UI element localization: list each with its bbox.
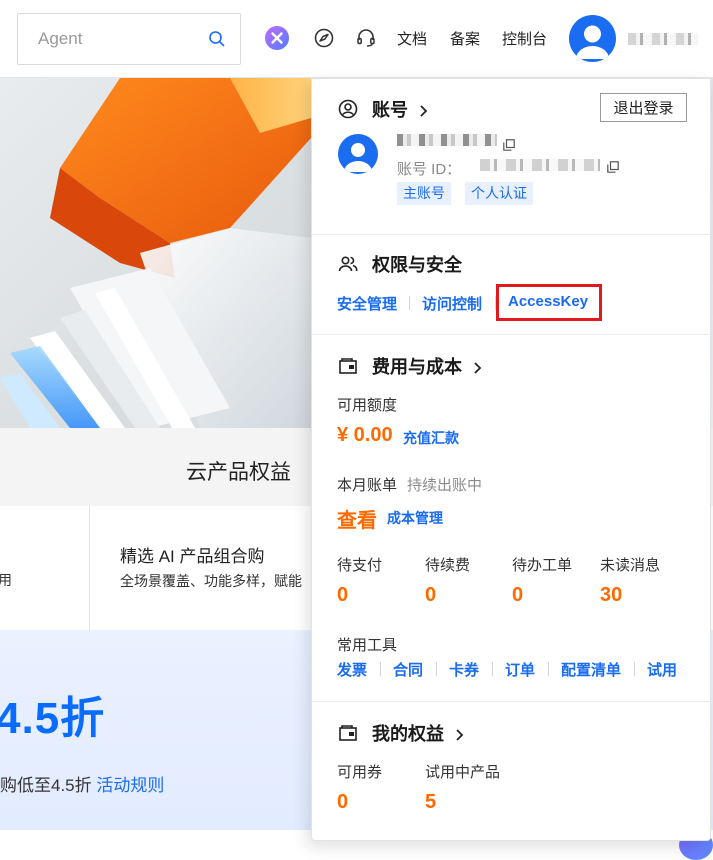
wallet-icon <box>338 356 358 376</box>
benefit-value-trial-products[interactable]: 5 <box>425 791 436 814</box>
chevron-right-icon <box>472 359 482 374</box>
promo-subtitle: 购低至4.5折 活动规则 <box>0 771 164 796</box>
link-separator <box>409 296 410 310</box>
billing-header[interactable]: 费用与成本 <box>338 353 482 379</box>
redacted-account-name <box>397 134 497 146</box>
user-circle-icon <box>338 99 358 119</box>
stat-label: 待支付 <box>337 557 383 574</box>
nav-link-docs[interactable]: 文档 <box>397 28 427 49</box>
billing-section: 费用与成本 可用额度 ¥ 0.00 充值汇款 本月账单 持续出账中 查看 成本管… <box>312 334 710 701</box>
accesskey-highlight-box <box>496 284 602 321</box>
user-avatar[interactable] <box>569 15 616 62</box>
card-divider <box>89 506 90 630</box>
balance-label: 可用额度 <box>337 397 398 414</box>
stat-value-pending-renewal[interactable]: 0 <box>425 584 436 607</box>
top-navigation-bar: 文档 备案 控制台 <box>0 0 713 78</box>
cost-management-link[interactable]: 成本管理 <box>387 508 443 528</box>
search-icon[interactable] <box>208 30 226 48</box>
redacted-username <box>628 33 698 45</box>
account-header[interactable]: 账号 <box>338 96 428 122</box>
copy-icon[interactable] <box>607 160 619 173</box>
stat-label: 未读消息 <box>600 557 661 574</box>
security-title: 权限与安全 <box>372 255 462 275</box>
benefits-section: 我的权益 可用券 试用中产品 0 5 <box>312 701 710 841</box>
benefits-header[interactable]: 我的权益 <box>338 720 464 746</box>
tag-personal-verified[interactable]: 个人认证 <box>465 182 533 205</box>
balance-value: ¥ 0.00 <box>337 424 393 446</box>
feature-left-cut-text: 用 <box>0 572 12 588</box>
account-dropdown-panel: 账号 退出登录 账号 ID： 主账号 个人认证 权限与安全 安全管理 访问控制 … <box>311 78 711 841</box>
copy-icon[interactable] <box>503 138 515 151</box>
benefit-label: 试用中产品 <box>425 764 501 781</box>
billing-title: 费用与成本 <box>372 357 462 377</box>
stat-value-unread-messages[interactable]: 30 <box>600 584 622 607</box>
account-title: 账号 <box>372 100 408 120</box>
stat-value-pending-tickets[interactable]: 0 <box>512 584 523 607</box>
chevron-right-icon <box>418 102 428 117</box>
tag-main-account: 主账号 <box>397 182 451 205</box>
strip-title: 云产品权益 <box>186 461 291 484</box>
feature-description: 全场景覆盖、功能多样，赋能 <box>120 573 302 589</box>
benefit-value-coupons[interactable]: 0 <box>337 791 348 814</box>
link-separator <box>548 662 549 676</box>
month-bill-status: 持续出账中 <box>407 477 483 494</box>
link-separator <box>634 662 635 676</box>
stat-label: 待办工单 <box>512 557 573 574</box>
search-input[interactable] <box>18 14 203 64</box>
link-separator <box>492 662 493 676</box>
tool-link-invoice[interactable]: 发票 <box>337 659 367 680</box>
stat-value-pending-payment[interactable]: 0 <box>337 584 348 607</box>
feature-title[interactable]: 精选 AI 产品组合购 <box>120 542 265 567</box>
tool-link-contract[interactable]: 合同 <box>393 659 423 680</box>
tool-link-coupons[interactable]: 卡券 <box>449 659 479 680</box>
headset-icon[interactable] <box>354 26 378 50</box>
account-id-label: 账号 ID： <box>397 161 462 178</box>
view-bill-link[interactable]: 查看 <box>337 504 377 533</box>
nav-link-console[interactable]: 控制台 <box>502 28 547 49</box>
wallet-icon <box>338 723 358 743</box>
users-icon <box>338 254 358 274</box>
recharge-link[interactable]: 充值汇款 <box>403 428 459 448</box>
redacted-account-id <box>480 159 600 171</box>
account-section: 账号 退出登录 账号 ID： 主账号 个人认证 <box>312 79 710 234</box>
tools-label: 常用工具 <box>337 637 398 654</box>
link-security-management[interactable]: 安全管理 <box>337 293 397 314</box>
tool-link-config-list[interactable]: 配置清单 <box>561 659 621 680</box>
stat-label: 待续费 <box>425 557 471 574</box>
ai-assistant-icon[interactable] <box>265 26 289 50</box>
benefits-title: 我的权益 <box>372 724 444 744</box>
logout-button[interactable]: 退出登录 <box>600 93 687 122</box>
promo-subtitle-text: 购低至4.5折 <box>0 776 92 795</box>
search-box[interactable] <box>17 13 241 65</box>
nav-link-filing[interactable]: 备案 <box>450 28 480 49</box>
link-separator <box>436 662 437 676</box>
security-header: 权限与安全 <box>338 251 462 277</box>
link-separator <box>380 662 381 676</box>
promo-rules-link[interactable]: 活动规则 <box>96 776 164 795</box>
promo-discount: 4.5折 <box>0 694 106 743</box>
compass-icon[interactable] <box>312 26 336 50</box>
chevron-right-icon <box>454 726 464 741</box>
tool-link-trial[interactable]: 试用 <box>647 659 677 680</box>
benefit-label: 可用券 <box>337 764 383 781</box>
tool-link-orders[interactable]: 订单 <box>505 659 535 680</box>
link-access-control[interactable]: 访问控制 <box>422 293 482 314</box>
account-avatar <box>338 134 378 174</box>
month-bill-label: 本月账单 <box>337 477 398 494</box>
